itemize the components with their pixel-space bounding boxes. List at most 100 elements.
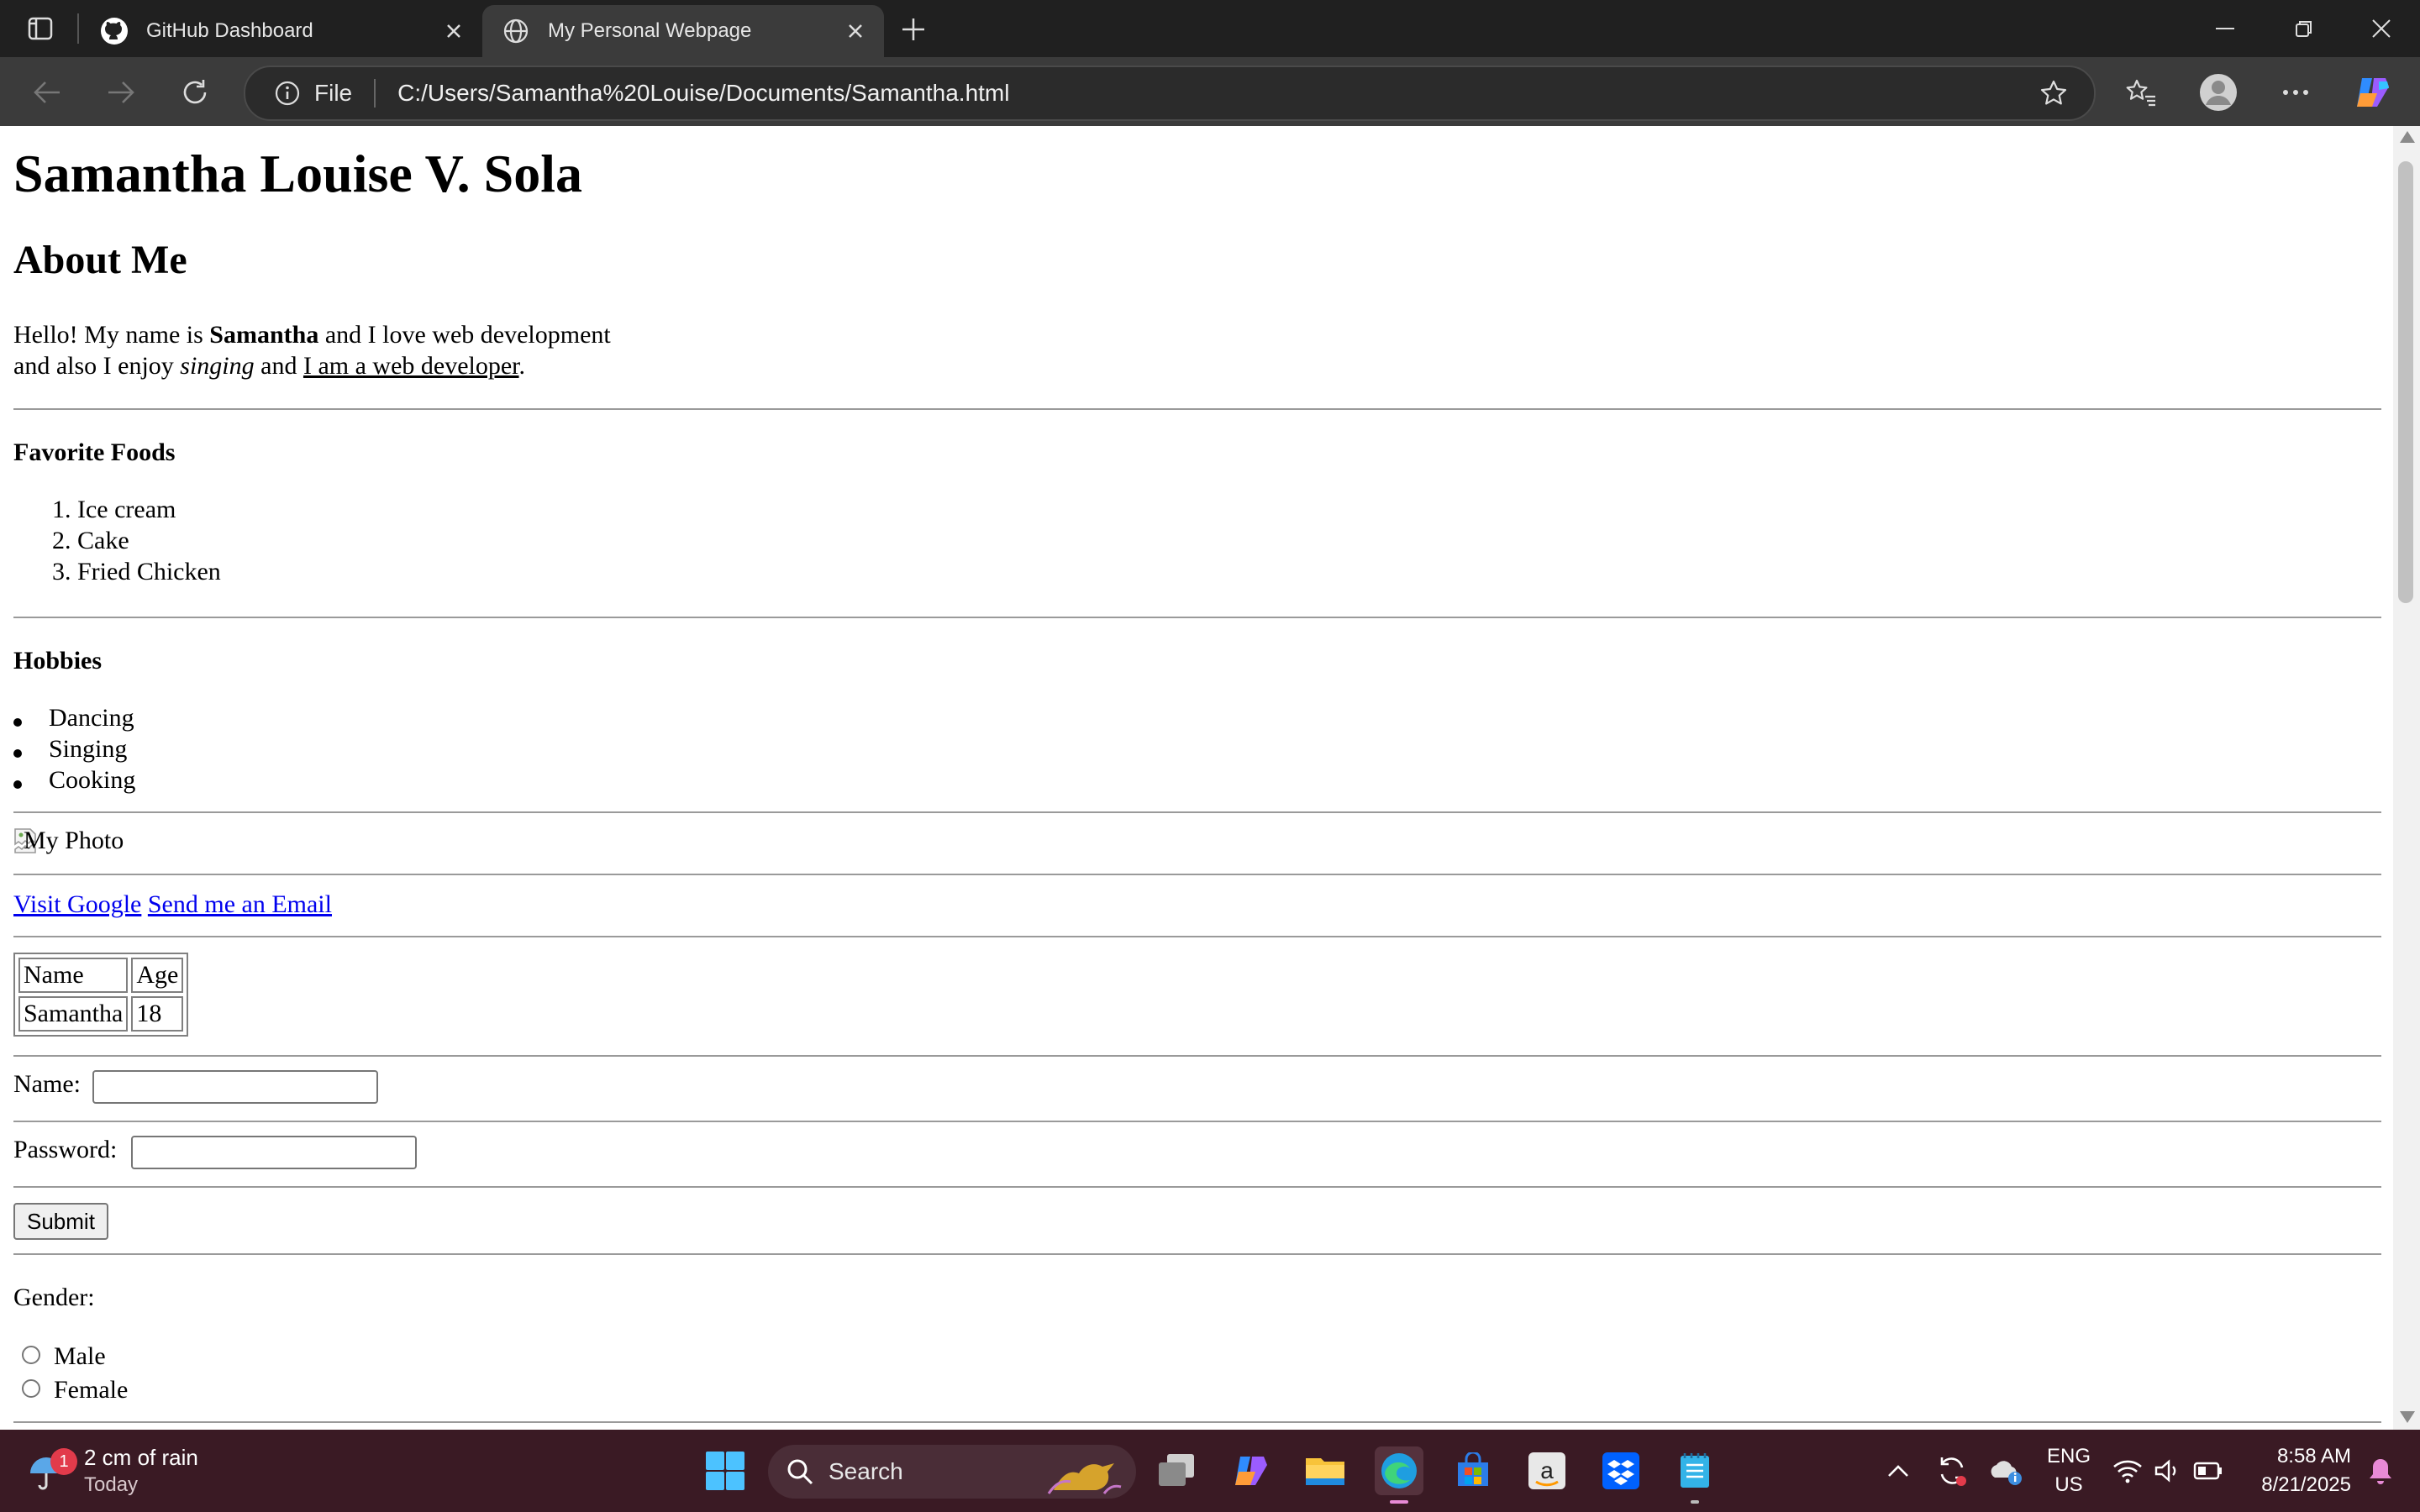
bird-search-highlight-icon	[1047, 1463, 1122, 1494]
edge-icon[interactable]	[1375, 1446, 1423, 1504]
omnibox-divider	[374, 79, 376, 108]
tab-github-dashboard[interactable]: GitHub Dashboard	[81, 5, 482, 57]
hobby-item: Cooking	[49, 766, 136, 794]
language-line1[interactable]: ENG	[2035, 1445, 2102, 1468]
visit-google-link[interactable]: Visit Google	[13, 890, 141, 918]
clock-date[interactable]: 8/21/2025	[2242, 1473, 2351, 1497]
links-row: Visit Google Send me an Email	[13, 889, 332, 920]
onedrive-icon[interactable]	[1981, 1446, 2030, 1495]
close-window-icon[interactable]	[2343, 0, 2420, 57]
about-text: Hello! My name is	[13, 321, 210, 349]
copilot-app-icon[interactable]	[1227, 1446, 1276, 1495]
favorite-foods-heading: Favorite Foods	[13, 438, 176, 466]
sync-icon[interactable]	[1928, 1446, 1976, 1495]
taskbar-search[interactable]: Search	[768, 1445, 1136, 1499]
more-options-icon[interactable]	[2272, 69, 2319, 116]
divider	[13, 811, 2381, 813]
language-line2[interactable]: US	[2035, 1473, 2102, 1497]
info-table: Name Age Samantha 18	[13, 953, 189, 1037]
female-label: Female	[54, 1376, 129, 1404]
new-tab-icon[interactable]	[896, 12, 931, 47]
my-photo-image: My Photo	[13, 827, 124, 855]
name-input[interactable]	[92, 1070, 378, 1104]
battery-icon[interactable]	[2188, 1446, 2228, 1495]
task-view-icon[interactable]	[1153, 1446, 1202, 1495]
italic-singing: singing	[180, 352, 255, 380]
close-tab-icon[interactable]	[437, 14, 471, 48]
back-icon[interactable]	[24, 69, 71, 116]
clock-time[interactable]: 8:58 AM	[2242, 1445, 2351, 1468]
address-bar[interactable]: File C:/Users/Samantha%20Louise/Document…	[244, 66, 2096, 121]
minimize-icon[interactable]	[2186, 0, 2264, 57]
male-radio[interactable]	[22, 1346, 40, 1364]
active-app-indicator	[1390, 1500, 1408, 1504]
favorite-star-icon[interactable]	[2035, 75, 2072, 112]
forward-icon[interactable]	[97, 69, 145, 116]
tab-actions-icon[interactable]	[18, 12, 62, 45]
bold-name: Samantha	[209, 321, 319, 349]
wifi-icon[interactable]	[2107, 1446, 2148, 1495]
divider	[13, 617, 2381, 618]
hobby-item: Singing	[49, 735, 128, 763]
chevron-up-icon[interactable]	[1874, 1446, 1923, 1495]
weather-widget[interactable]: 1	[25, 1448, 77, 1497]
notification-bell-icon[interactable]	[2360, 1446, 2402, 1495]
table-header-row: Name Age	[18, 958, 184, 993]
bullet-icon	[13, 749, 22, 758]
divider	[13, 1055, 2381, 1057]
refresh-icon[interactable]	[171, 69, 218, 116]
restore-icon[interactable]	[2265, 0, 2343, 57]
svg-text:a: a	[1540, 1457, 1554, 1483]
about-heading: About Me	[13, 238, 187, 282]
volume-icon[interactable]	[2148, 1446, 2188, 1495]
table-cell: Samantha	[18, 996, 129, 1032]
photo-alt-text: My Photo	[24, 827, 124, 854]
url-text[interactable]: C:/Users/Samantha%20Louise/Documents/Sam…	[397, 80, 2035, 107]
table-header-cell: Name	[18, 958, 129, 993]
search-icon	[787, 1459, 813, 1485]
amazon-icon[interactable]: a	[1523, 1446, 1571, 1495]
male-label: Male	[54, 1342, 106, 1370]
close-tab-icon[interactable]	[839, 14, 872, 48]
hobby-item: Dancing	[49, 704, 134, 732]
bullet-icon	[13, 780, 22, 789]
underlined-text: I am a web developer	[302, 352, 519, 380]
site-scheme-label: File	[314, 80, 353, 106]
scroll-thumb[interactable]	[2398, 161, 2413, 603]
tab-title: My Personal Webpage	[548, 19, 752, 42]
start-icon[interactable]	[701, 1446, 750, 1495]
list-item: 2. Cake	[52, 527, 129, 554]
password-label: Password:	[13, 1136, 118, 1163]
table-row: Samantha 18	[18, 996, 184, 1032]
bullet-icon	[13, 718, 22, 727]
send-email-link[interactable]: Send me an Email	[148, 890, 332, 918]
search-label: Search	[829, 1458, 903, 1484]
info-icon[interactable]	[271, 76, 304, 110]
scroll-up-icon[interactable]	[2400, 131, 2415, 143]
page-viewport: Samantha Louise V. Sola About Me Hello! …	[0, 126, 2393, 1430]
tab-my-personal-webpage[interactable]: My Personal Webpage	[482, 5, 884, 57]
page-scrollbar[interactable]	[2393, 126, 2420, 1430]
copilot-icon[interactable]	[2349, 69, 2396, 116]
microsoft-store-icon[interactable]	[1449, 1446, 1497, 1495]
divider	[13, 1253, 2381, 1255]
profile-avatar[interactable]	[2195, 69, 2242, 116]
dropbox-icon[interactable]	[1597, 1446, 1645, 1495]
female-radio[interactable]	[22, 1379, 40, 1398]
divider	[13, 936, 2381, 937]
scroll-down-icon[interactable]	[2400, 1411, 2415, 1423]
notepad-icon[interactable]	[1670, 1446, 1719, 1504]
running-app-indicator	[1691, 1500, 1699, 1504]
table-header-cell: Age	[131, 958, 184, 993]
about-text: and I love web development	[318, 321, 611, 349]
page-title: Samantha Louise V. Sola	[13, 144, 582, 203]
submit-button[interactable]: Submit	[13, 1203, 108, 1240]
food-item: Ice cream	[77, 496, 176, 523]
divider	[13, 874, 2381, 875]
password-input[interactable]	[131, 1136, 417, 1169]
list-item: 1. Ice cream	[52, 496, 176, 523]
favorites-icon[interactable]	[2118, 69, 2165, 116]
tab-separator	[77, 13, 79, 44]
file-explorer-icon[interactable]	[1301, 1446, 1349, 1495]
name-label: Name:	[13, 1070, 81, 1098]
